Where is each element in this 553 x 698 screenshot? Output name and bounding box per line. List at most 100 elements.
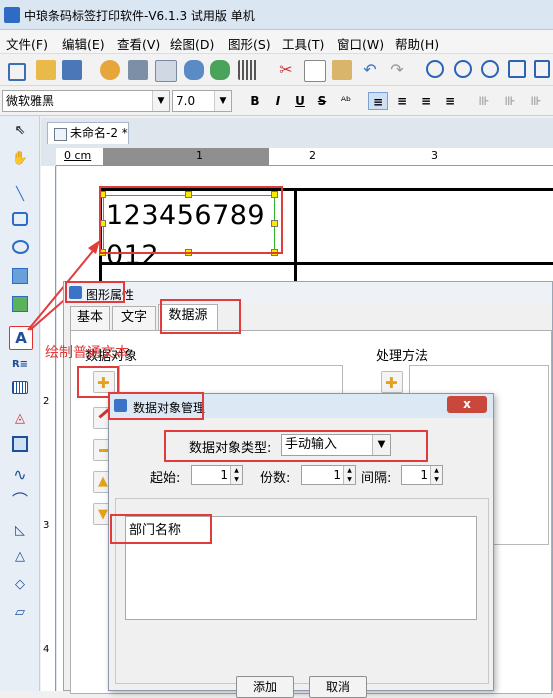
rich-text-tool-icon[interactable]: R≡ — [9, 354, 31, 376]
ruler-mark: 2 — [43, 396, 50, 407]
annotation-box — [99, 186, 283, 254]
document-tab-title: 未命名-2 * — [70, 126, 128, 140]
menu-view[interactable]: 查看(V) — [117, 34, 160, 53]
line-tool-icon[interactable]: ╲ — [9, 184, 31, 206]
menu-help[interactable]: 帮助(H) — [395, 34, 439, 53]
horizontal-ruler: 0 cm 1 2 3 — [56, 148, 553, 166]
database-icon[interactable] — [184, 60, 204, 80]
tab-basic[interactable]: 基本 — [70, 306, 110, 330]
logo-tool-icon[interactable]: ◬ — [9, 408, 31, 430]
ruler-mark: 3 — [43, 520, 50, 531]
document-tab[interactable]: 未命名-2 * — [47, 122, 129, 144]
save-icon[interactable] — [62, 60, 82, 80]
document-icon — [54, 128, 67, 141]
parallelogram-tool-icon[interactable]: ▱ — [9, 602, 31, 624]
window-title: 中琅条码标签打印软件-V6.1.3 试用版 单机 — [24, 9, 255, 23]
ruler-highlight — [103, 148, 269, 166]
qrcode-tool-icon[interactable] — [9, 436, 31, 458]
rectangle-tool-icon[interactable] — [9, 212, 31, 234]
grid-icon[interactable] — [238, 60, 258, 80]
curve-tool-icon[interactable]: ∿ — [9, 464, 31, 486]
distribute-left-icon[interactable]: ⊪ — [474, 92, 494, 110]
diamond-tool-icon[interactable]: ◇ — [9, 574, 31, 596]
settings-icon[interactable] — [100, 60, 120, 80]
arrow-up-icon: ▲ — [98, 474, 108, 489]
copies-label: 份数: — [260, 471, 291, 486]
image-tool-icon[interactable] — [9, 268, 31, 290]
full-screen-icon[interactable] — [534, 60, 550, 78]
add-process-button[interactable]: ✚ — [381, 371, 403, 393]
interval-label: 间隔: — [361, 471, 392, 486]
dialog-caption: 图形属性 — [64, 282, 552, 304]
annotation-box — [108, 392, 204, 420]
italic-button[interactable]: I — [268, 92, 288, 110]
annotation-label: 绘制普通文本 — [45, 345, 129, 361]
copies-input[interactable]: 1 ▲ ▼ — [301, 465, 356, 485]
menu-tools[interactable]: 工具(T) — [282, 34, 324, 53]
close-button[interactable]: x — [447, 396, 487, 413]
redo-icon[interactable]: ↷ — [387, 60, 407, 80]
select-pointer-icon[interactable]: ⇖ — [9, 120, 31, 142]
font-family-select[interactable]: 微软雅黑 ▼ — [2, 90, 170, 112]
cancel-button[interactable]: 取消 — [309, 676, 367, 698]
align-left-icon[interactable]: ≡ — [368, 92, 388, 110]
new-icon[interactable] — [8, 63, 26, 81]
spinner-arrows-icon[interactable]: ▲ ▼ — [430, 466, 442, 484]
paste-icon[interactable] — [332, 60, 352, 80]
distribute-right-icon[interactable]: ⊪ — [526, 92, 546, 110]
chevron-down-icon: ▼ — [152, 91, 169, 111]
spinner-arrows-icon[interactable]: ▲ ▼ — [230, 466, 242, 484]
zoom-in-icon[interactable] — [426, 60, 444, 78]
text-tool-icon[interactable]: A — [9, 326, 33, 350]
annotation-box — [110, 514, 212, 544]
spinner-arrows-icon[interactable]: ▲ ▼ — [343, 466, 355, 484]
chevron-down-icon: ▼ — [214, 91, 231, 111]
cut-icon[interactable]: ✂ — [276, 60, 296, 80]
menu-file[interactable]: 文件(F) — [6, 34, 48, 53]
ellipse-tool-icon[interactable] — [9, 240, 31, 262]
arc-tool-icon[interactable]: ⌒ — [9, 490, 31, 512]
picture-tool-icon[interactable] — [9, 296, 31, 318]
open-icon[interactable] — [36, 60, 56, 80]
table-line — [99, 262, 553, 265]
start-input[interactable]: 1 ▲ ▼ — [191, 465, 243, 485]
font-family-value: 微软雅黑 — [6, 94, 55, 108]
align-center-icon[interactable]: ≡ — [392, 92, 412, 110]
menu-edit[interactable]: 编辑(E) — [62, 34, 105, 53]
char-spacing-icon[interactable]: ᴬᵇ — [336, 92, 356, 110]
copy-icon[interactable] — [304, 60, 326, 82]
menu-bar: 文件(F) 编辑(E) 查看(V) 绘图(D) 图形(S) 工具(T) 窗口(W… — [0, 30, 553, 54]
undo-icon[interactable]: ↶ — [360, 60, 380, 80]
zoom-out-icon[interactable] — [454, 60, 472, 78]
menu-shape[interactable]: 图形(S) — [228, 34, 271, 53]
bold-button[interactable]: B — [245, 92, 265, 110]
align-right-icon[interactable]: ≡ — [416, 92, 436, 110]
add-button[interactable]: 添加 — [236, 676, 294, 698]
app-icon — [4, 7, 20, 23]
polyline-tool-icon[interactable]: ◺ — [9, 520, 31, 542]
barcode-tool-icon[interactable] — [9, 380, 31, 402]
annotation-box — [164, 430, 428, 462]
print-preview-icon[interactable] — [155, 60, 177, 82]
ruler-mark: 1 — [196, 149, 203, 162]
copies-value: 1 — [333, 468, 341, 482]
print-icon[interactable] — [128, 60, 148, 80]
align-justify-icon[interactable]: ≡ — [440, 92, 460, 110]
interval-input[interactable]: 1 ▲ ▼ — [401, 465, 443, 485]
tab-text[interactable]: 文字 — [112, 306, 156, 330]
fit-page-icon[interactable] — [508, 60, 526, 78]
triangle-tool-icon[interactable]: △ — [9, 546, 31, 568]
arrow-down-icon: ▼ — [98, 507, 108, 522]
menu-window[interactable]: 窗口(W) — [337, 34, 384, 53]
font-size-select[interactable]: 7.0 ▼ — [172, 90, 232, 112]
data-connect-icon[interactable] — [210, 60, 230, 80]
menu-draw[interactable]: 绘图(D) — [170, 34, 214, 53]
pan-tool-icon[interactable]: ✋ — [9, 148, 31, 170]
distribute-center-icon[interactable]: ⊪ — [500, 92, 520, 110]
annotation-box — [65, 281, 125, 303]
format-toolbar: 微软雅黑 ▼ 7.0 ▼ B I U S ᴬᵇ ≡ ≡ ≡ ≡ ⊪ ⊪ ⊪ — [0, 86, 553, 116]
strikethrough-button[interactable]: S — [312, 92, 332, 110]
zoom-fit-icon[interactable] — [481, 60, 499, 78]
underline-button[interactable]: U — [290, 92, 310, 110]
annotation-box — [160, 299, 241, 334]
